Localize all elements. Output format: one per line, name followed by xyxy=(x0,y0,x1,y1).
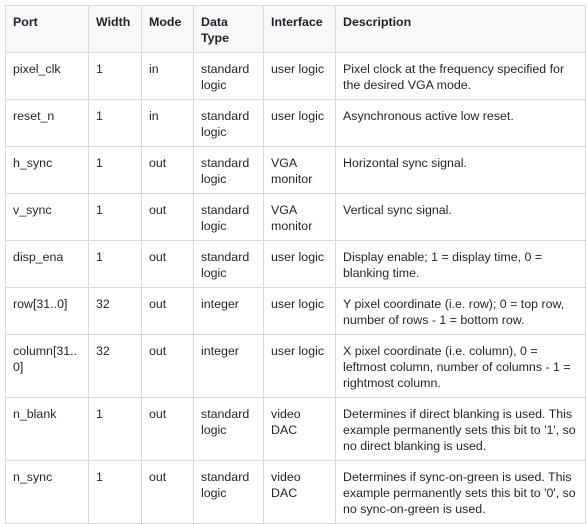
cell-port: v_sync xyxy=(5,193,89,241)
table-header: Port Width Mode Data Type Interface Desc… xyxy=(5,5,586,53)
cell-width: 1 xyxy=(88,397,142,461)
cell-description: Asynchronous active low reset. xyxy=(335,99,586,147)
table-body: pixel_clk 1 in standard logic user logic… xyxy=(5,52,586,524)
cell-width: 1 xyxy=(88,99,142,147)
header-mode: Mode xyxy=(141,5,194,53)
table-row: n_blank 1 out standard logic video DAC D… xyxy=(5,397,586,461)
table-row: column[31..0] 32 out integer user logic … xyxy=(5,334,586,398)
cell-data-type: standard logic xyxy=(193,193,264,241)
cell-description: Horizontal sync signal. xyxy=(335,146,586,194)
cell-interface: user logic xyxy=(263,240,336,288)
cell-mode: out xyxy=(141,240,194,288)
cell-interface: video DAC xyxy=(263,460,336,524)
cell-description: Determines if sync-on-green is used. Thi… xyxy=(335,460,586,524)
cell-port: reset_n xyxy=(5,99,89,147)
cell-width: 1 xyxy=(88,460,142,524)
cell-port: row[31..0] xyxy=(5,287,89,335)
cell-width: 1 xyxy=(88,193,142,241)
cell-description: Display enable; 1 = display time, 0 = bl… xyxy=(335,240,586,288)
cell-port: n_blank xyxy=(5,397,89,461)
header-width: Width xyxy=(88,5,142,53)
cell-description: Y pixel coordinate (i.e. row); 0 = top r… xyxy=(335,287,586,335)
cell-description: Vertical sync signal. xyxy=(335,193,586,241)
header-row: Port Width Mode Data Type Interface Desc… xyxy=(5,5,586,53)
cell-interface: user logic xyxy=(263,334,336,398)
table-row: disp_ena 1 out standard logic user logic… xyxy=(5,240,586,288)
cell-data-type: integer xyxy=(193,287,264,335)
table-row: v_sync 1 out standard logic VGA monitor … xyxy=(5,193,586,241)
cell-width: 32 xyxy=(88,287,142,335)
cell-description: X pixel coordinate (i.e. column), 0 = le… xyxy=(335,334,586,398)
cell-mode: out xyxy=(141,287,194,335)
cell-data-type: standard logic xyxy=(193,460,264,524)
cell-interface: VGA monitor xyxy=(263,193,336,241)
cell-mode: out xyxy=(141,334,194,398)
cell-mode: in xyxy=(141,52,194,100)
header-port: Port xyxy=(5,5,89,53)
table-row: h_sync 1 out standard logic VGA monitor … xyxy=(5,146,586,194)
cell-data-type: integer xyxy=(193,334,264,398)
table-row: pixel_clk 1 in standard logic user logic… xyxy=(5,52,586,100)
cell-mode: out xyxy=(141,146,194,194)
cell-width: 1 xyxy=(88,146,142,194)
table-row: reset_n 1 in standard logic user logic A… xyxy=(5,99,586,147)
cell-mode: out xyxy=(141,397,194,461)
header-interface: Interface xyxy=(263,5,336,53)
cell-data-type: standard logic xyxy=(193,240,264,288)
cell-width: 1 xyxy=(88,52,142,100)
cell-interface: user logic xyxy=(263,99,336,147)
cell-description: Determines if direct blanking is used. T… xyxy=(335,397,586,461)
cell-port: pixel_clk xyxy=(5,52,89,100)
table-row: row[31..0] 32 out integer user logic Y p… xyxy=(5,287,586,335)
cell-mode: out xyxy=(141,460,194,524)
cell-mode: out xyxy=(141,193,194,241)
header-data-type: Data Type xyxy=(193,5,264,53)
cell-port: n_sync xyxy=(5,460,89,524)
cell-interface: video DAC xyxy=(263,397,336,461)
cell-width: 1 xyxy=(88,240,142,288)
cell-data-type: standard logic xyxy=(193,146,264,194)
cell-port: h_sync xyxy=(5,146,89,194)
cell-width: 32 xyxy=(88,334,142,398)
cell-port: column[31..0] xyxy=(5,334,89,398)
port-table: Port Width Mode Data Type Interface Desc… xyxy=(5,5,586,524)
table-row: n_sync 1 out standard logic video DAC De… xyxy=(5,460,586,524)
cell-mode: in xyxy=(141,99,194,147)
port-table-container: Port Width Mode Data Type Interface Desc… xyxy=(5,5,586,524)
cell-interface: user logic xyxy=(263,52,336,100)
header-description: Description xyxy=(335,5,586,53)
cell-description: Pixel clock at the frequency specified f… xyxy=(335,52,586,100)
cell-interface: VGA monitor xyxy=(263,146,336,194)
cell-data-type: standard logic xyxy=(193,99,264,147)
cell-data-type: standard logic xyxy=(193,397,264,461)
cell-data-type: standard logic xyxy=(193,52,264,100)
cell-interface: user logic xyxy=(263,287,336,335)
cell-port: disp_ena xyxy=(5,240,89,288)
